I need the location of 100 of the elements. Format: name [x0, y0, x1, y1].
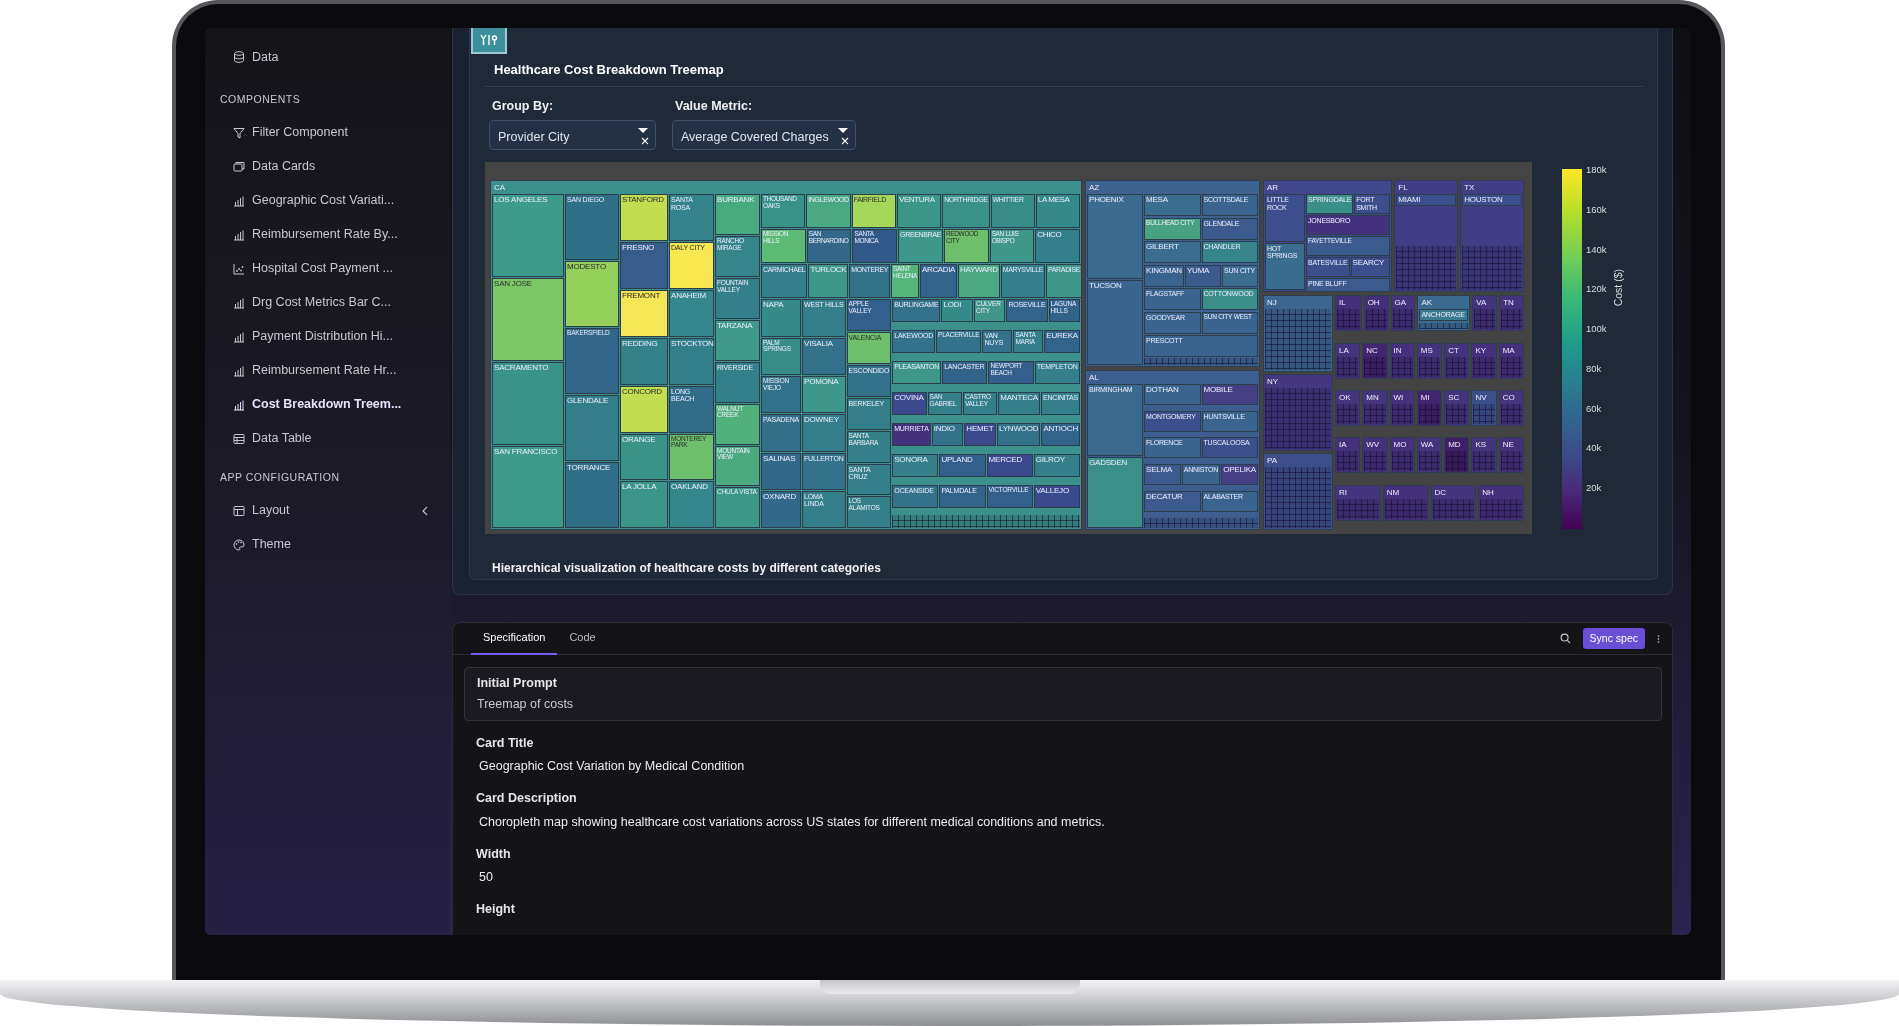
small-tiles-drawing: [1501, 309, 1522, 330]
select-field[interactable]: Provider City: [489, 120, 656, 151]
section-heading: APP CONFIGURATION: [219, 469, 341, 485]
group-label: KY: [1474, 344, 1488, 356]
colorbar-tick-label: 20k: [1586, 481, 1603, 495]
small-tiles-drawing: [1364, 356, 1386, 377]
treemap-tile: MESA: [1144, 194, 1201, 217]
select-field[interactable]: Average Covered Charges: [672, 120, 856, 151]
bar-chart-icon: [233, 398, 245, 411]
small-tiles-drawing: [1391, 451, 1413, 472]
group-label: WA: [1419, 439, 1435, 451]
treemap-tile: MANTECA: [998, 391, 1040, 415]
treemap-tile: ORANGE: [620, 433, 668, 481]
treemap-tile: POMONA: [802, 375, 846, 414]
treemap-tile: VENTURA: [896, 194, 942, 229]
small-tiles-drawing: [1396, 245, 1457, 291]
small-tiles-drawing: [1337, 356, 1359, 377]
chart-caption: Hierarchical visualization of healthcare costs by different categories: [492, 560, 882, 578]
small-tiles-drawing: [1462, 245, 1522, 291]
treemap-tile: FREMONT: [620, 289, 668, 337]
bar-chart-icon: [233, 364, 245, 377]
small-tiles-drawing: [1365, 309, 1387, 330]
clear-icon[interactable]: [840, 137, 849, 146]
small-tiles-drawing: [1480, 498, 1522, 519]
group-label: NV: [1474, 392, 1488, 404]
treemap-tile: OXNARD: [761, 490, 801, 529]
sidebar-item[interactable]: Reimbursement Rate By...: [205, 217, 398, 252]
treemap-tile: GLENDALE: [565, 395, 619, 462]
tab[interactable]: Specification: [471, 622, 558, 655]
sidebar-item[interactable]: Geographic Cost Variati...: [205, 183, 395, 218]
sync-button[interactable]: Sync spec: [1582, 627, 1645, 650]
clear-icon[interactable]: [641, 137, 649, 146]
sidebar-item[interactable]: Cost Breakdown Treem...: [205, 387, 402, 422]
small-tiles-drawing: [1337, 498, 1379, 519]
sidebar-item[interactable]: Filter Component: [205, 115, 348, 150]
group-label: NC: [1365, 344, 1379, 356]
sidebar-item[interactable]: Drg Cost Metrics Bar C...: [205, 285, 391, 320]
group-label: OH: [1366, 297, 1381, 309]
treemap-tile: REDDING: [620, 337, 668, 385]
sidebar-item[interactable]: Theme: [205, 527, 291, 562]
treemap-tile: SEARCY: [1350, 257, 1391, 278]
tools-button[interactable]: [471, 28, 507, 54]
small-tiles-drawing: [1337, 309, 1360, 330]
sidebar-item[interactable]: Data: [205, 40, 279, 74]
small-tiles-drawing: [1500, 404, 1522, 425]
treemap-tile: STOCKTON: [669, 337, 714, 385]
group-label: OK: [1338, 392, 1352, 404]
treemap-tile: FRESNO: [620, 242, 668, 289]
treemap-tile: HEMET: [964, 422, 997, 446]
small-tiles-drawing: [1418, 356, 1441, 377]
treemap-tile: LYNWOOD: [997, 422, 1041, 446]
colorbar-tick-label: 120k: [1586, 282, 1607, 297]
palette-icon: [233, 538, 245, 551]
group-label: FL: [1397, 182, 1409, 194]
small-tiles-drawing: [1473, 404, 1495, 425]
group-label: TN: [1502, 297, 1515, 309]
treemap-tile: OPELIKA: [1221, 464, 1258, 486]
sidebar-item[interactable]: Layout: [205, 493, 290, 528]
treemap-tile: NAPA: [761, 299, 801, 337]
treemap-tile: MERCED: [986, 453, 1033, 477]
small-tiles-drawing: [1500, 356, 1522, 377]
small-tiles-drawing: [1500, 451, 1522, 472]
group-label: AL: [1088, 371, 1100, 383]
treemap-tile: YUMA: [1184, 264, 1221, 287]
small-tiles-drawing: [1337, 451, 1359, 472]
small-tiles-drawing: [1391, 356, 1413, 377]
more-icon[interactable]: [1657, 633, 1660, 644]
small-tiles-drawing: [1364, 404, 1386, 425]
sidebar-item[interactable]: Hospital Cost Payment ...: [205, 251, 394, 286]
treemap-tile: VISALIA: [802, 337, 846, 375]
bar-chart-icon: [233, 330, 245, 343]
treemap-tile: SACRAMENTO: [492, 361, 564, 445]
treemap-tile: INDIO: [931, 422, 964, 446]
caret-icon: [638, 128, 648, 134]
group-label: NM: [1385, 486, 1401, 498]
search-icon[interactable]: [1559, 633, 1571, 644]
small-tiles-drawing: [1337, 404, 1359, 425]
treemap-tile: GADSDEN: [1087, 456, 1143, 529]
collapse-chevron-icon[interactable]: [422, 505, 428, 516]
colorbar-tick-label: 100k: [1586, 322, 1607, 337]
treemap-tile: GILROY: [1033, 453, 1080, 477]
tab[interactable]: Code: [557, 622, 608, 655]
treemap-tile: LA MESA: [1035, 194, 1081, 229]
treemap-tile: PHOENIX: [1087, 194, 1143, 280]
treemap-tile: TORRANCE: [565, 462, 619, 529]
treemap-tile: ANTIOCH: [1041, 422, 1080, 446]
small-tiles-drawing: [1432, 498, 1475, 519]
group-label: PA: [1266, 455, 1279, 467]
small-tiles-drawing: [1418, 451, 1441, 472]
treemap-tile: HOUSTON: [1462, 194, 1522, 207]
treemap-tile: ANAHEIM: [669, 289, 714, 337]
group-label: VA: [1475, 297, 1488, 309]
treemap-tile: DECATUR: [1144, 490, 1201, 512]
sidebar-item[interactable]: Data Table: [205, 421, 312, 456]
sidebar-item[interactable]: Payment Distribution Hi...: [205, 319, 394, 354]
small-tiles-drawing: [1418, 404, 1441, 425]
sidebar-item[interactable]: Reimbursement Rate Hr...: [205, 353, 397, 388]
sidebar-item[interactable]: Data Cards: [205, 149, 316, 184]
treemap-tile: CONCORD: [620, 385, 668, 433]
colorbar-tick-label: 160k: [1586, 202, 1607, 217]
